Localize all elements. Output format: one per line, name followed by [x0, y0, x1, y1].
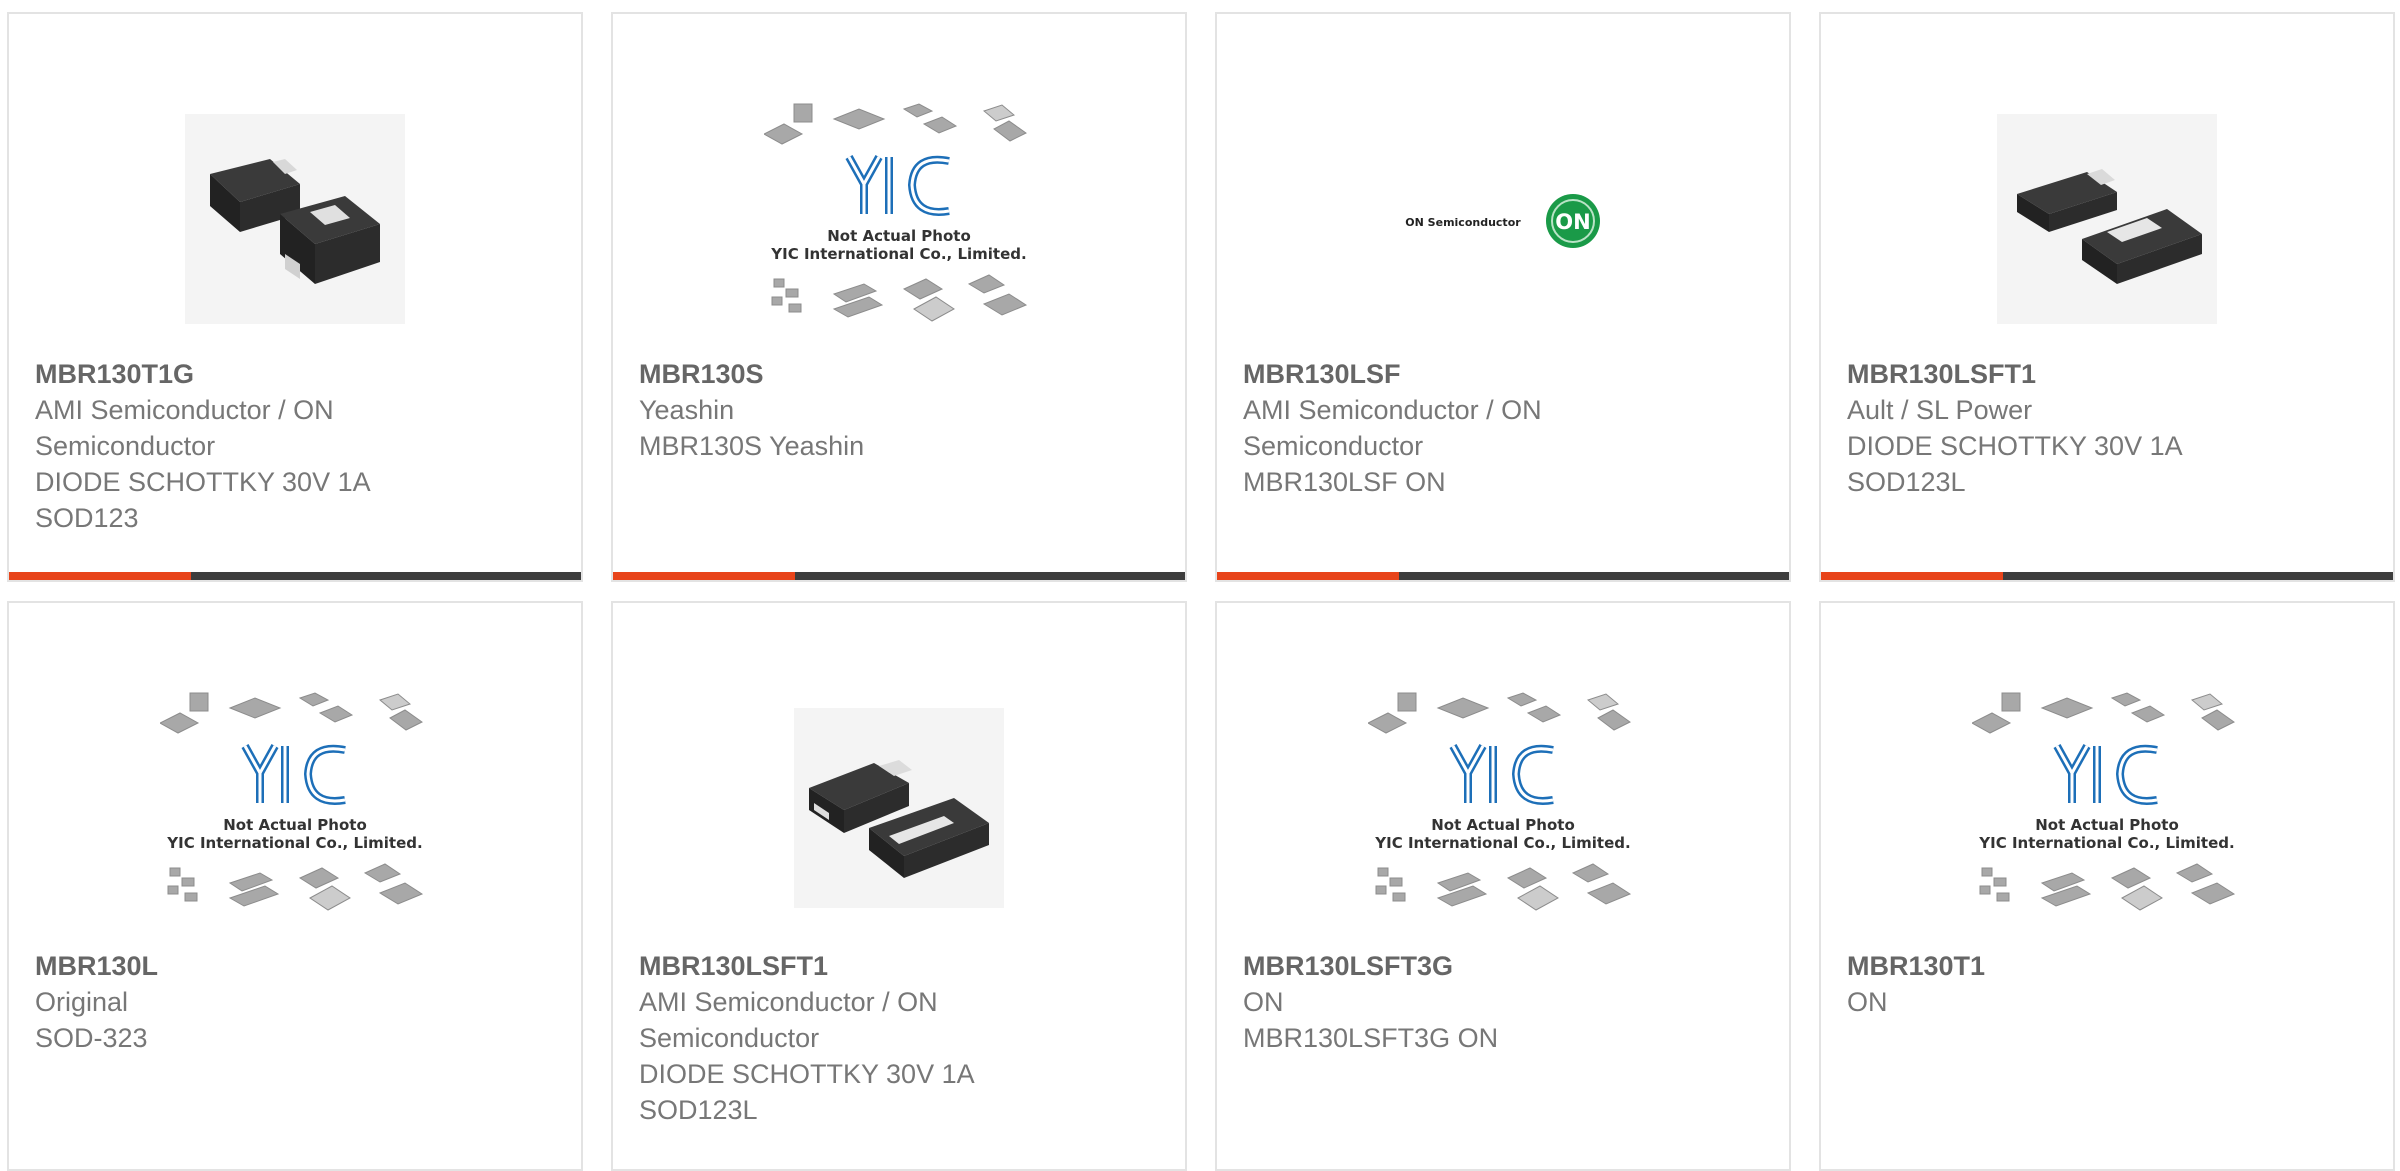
product-image[interactable]	[9, 74, 581, 364]
logo-badge: ON	[1555, 210, 1590, 234]
card-bottom-bar	[9, 572, 581, 580]
info-line: SOD123L	[639, 1095, 758, 1125]
product-image[interactable]: ON Semiconductor ON	[1217, 74, 1789, 364]
card-bar-accent	[9, 572, 191, 580]
info-line: SOD123L	[1847, 467, 1966, 497]
part-number[interactable]: MBR130L	[35, 948, 561, 984]
product-grid: MBR130T1G AMI Semiconductor / ON Semicon…	[0, 0, 2400, 1171]
product-info: MBR130LSFT1 Ault / SL Power DIODE SCHOTT…	[1847, 356, 2373, 500]
placeholder-caption: YIC International Co., Limited.	[166, 834, 422, 852]
logo-text: ON Semiconductor	[1405, 216, 1521, 229]
on-semiconductor-logo-icon: ON Semiconductor ON	[1405, 194, 1600, 248]
info-line: DIODE SCHOTTKY 30V 1A	[639, 1059, 975, 1089]
info-line: AMI Semiconductor / ON	[639, 987, 938, 1017]
product-card[interactable]: Not Actual Photo YIC International Co., …	[7, 601, 583, 1171]
product-info: MBR130LSF AMI Semiconductor / ON Semicon…	[1243, 356, 1769, 500]
card-bottom-bar	[1217, 572, 1789, 580]
info-line: ON	[1243, 987, 1284, 1017]
info-line: ON	[1847, 987, 1888, 1017]
product-image[interactable]	[1821, 74, 2393, 364]
product-image[interactable]: Not Actual Photo YIC International Co., …	[1821, 663, 2393, 953]
info-line: DIODE SCHOTTKY 30V 1A	[35, 467, 371, 497]
diode-package-icon	[794, 708, 1004, 908]
info-line: AMI Semiconductor / ON	[1243, 395, 1542, 425]
info-line: Yeashin	[639, 395, 735, 425]
yic-placeholder-icon: Not Actual Photo YIC International Co., …	[764, 103, 1028, 322]
placeholder-caption: YIC International Co., Limited.	[1374, 834, 1630, 852]
info-line: Original	[35, 987, 129, 1017]
part-number[interactable]: MBR130T1	[1847, 948, 2373, 984]
product-image[interactable]	[613, 663, 1185, 953]
product-info: MBR130LSFT1 AMI Semiconductor / ON Semic…	[639, 948, 1165, 1128]
yic-placeholder-icon: Not Actual Photo YIC International Co., …	[1368, 692, 1632, 911]
product-card[interactable]: Not Actual Photo YIC International Co., …	[611, 12, 1187, 582]
product-image[interactable]: Not Actual Photo YIC International Co., …	[1217, 663, 1789, 953]
info-line: Semiconductor	[1243, 431, 1424, 461]
product-card[interactable]: MBR130T1G AMI Semiconductor / ON Semicon…	[7, 12, 583, 582]
product-card[interactable]: MBR130LSFT1 Ault / SL Power DIODE SCHOTT…	[1819, 12, 2395, 582]
info-line: SOD123	[35, 503, 139, 533]
yic-placeholder-icon: Not Actual Photo YIC International Co., …	[160, 692, 424, 911]
product-info: MBR130L Original SOD-323	[35, 948, 561, 1056]
placeholder-caption: YIC International Co., Limited.	[770, 245, 1026, 263]
product-info: MBR130S Yeashin MBR130S Yeashin	[639, 356, 1165, 464]
product-card[interactable]: ON Semiconductor ON MBR130LSF AMI Semico…	[1215, 12, 1791, 582]
info-line: MBR130LSF ON	[1243, 467, 1446, 497]
diode-package-icon	[1997, 114, 2217, 324]
card-bar-accent	[1821, 572, 2003, 580]
product-card[interactable]: Not Actual Photo YIC International Co., …	[1819, 601, 2395, 1171]
info-line: SOD-323	[35, 1023, 148, 1053]
part-number[interactable]: MBR130LSFT3G	[1243, 948, 1769, 984]
info-line: AMI Semiconductor / ON	[35, 395, 334, 425]
placeholder-caption: Not Actual Photo	[223, 816, 367, 834]
placeholder-caption: Not Actual Photo	[1431, 816, 1575, 834]
info-line: MBR130S Yeashin	[639, 431, 865, 461]
product-image[interactable]: Not Actual Photo YIC International Co., …	[9, 663, 581, 953]
part-number[interactable]: MBR130S	[639, 356, 1165, 392]
part-number[interactable]: MBR130LSF	[1243, 356, 1769, 392]
card-bar-accent	[1217, 572, 1399, 580]
info-line: MBR130LSFT3G ON	[1243, 1023, 1499, 1053]
product-card[interactable]: Not Actual Photo YIC International Co., …	[1215, 601, 1791, 1171]
part-number[interactable]: MBR130T1G	[35, 356, 561, 392]
product-info: MBR130LSFT3G ON MBR130LSFT3G ON	[1243, 948, 1769, 1056]
card-bottom-bar	[613, 572, 1185, 580]
part-number[interactable]: MBR130LSFT1	[639, 948, 1165, 984]
info-line: Semiconductor	[639, 1023, 820, 1053]
part-number[interactable]: MBR130LSFT1	[1847, 356, 2373, 392]
placeholder-caption: Not Actual Photo	[827, 227, 971, 245]
product-info: MBR130T1 ON	[1847, 948, 2373, 1020]
card-bar-accent	[613, 572, 795, 580]
card-bottom-bar	[1821, 572, 2393, 580]
info-line: DIODE SCHOTTKY 30V 1A	[1847, 431, 2183, 461]
info-line: Semiconductor	[35, 431, 216, 461]
info-line: Ault / SL Power	[1847, 395, 2033, 425]
placeholder-caption: Not Actual Photo	[2035, 816, 2179, 834]
product-card[interactable]: MBR130LSFT1 AMI Semiconductor / ON Semic…	[611, 601, 1187, 1171]
product-info: MBR130T1G AMI Semiconductor / ON Semicon…	[35, 356, 561, 536]
yic-placeholder-icon: Not Actual Photo YIC International Co., …	[1972, 692, 2236, 911]
diode-package-icon	[185, 114, 405, 324]
placeholder-caption: YIC International Co., Limited.	[1978, 834, 2234, 852]
product-image[interactable]: Not Actual Photo YIC International Co., …	[613, 74, 1185, 364]
